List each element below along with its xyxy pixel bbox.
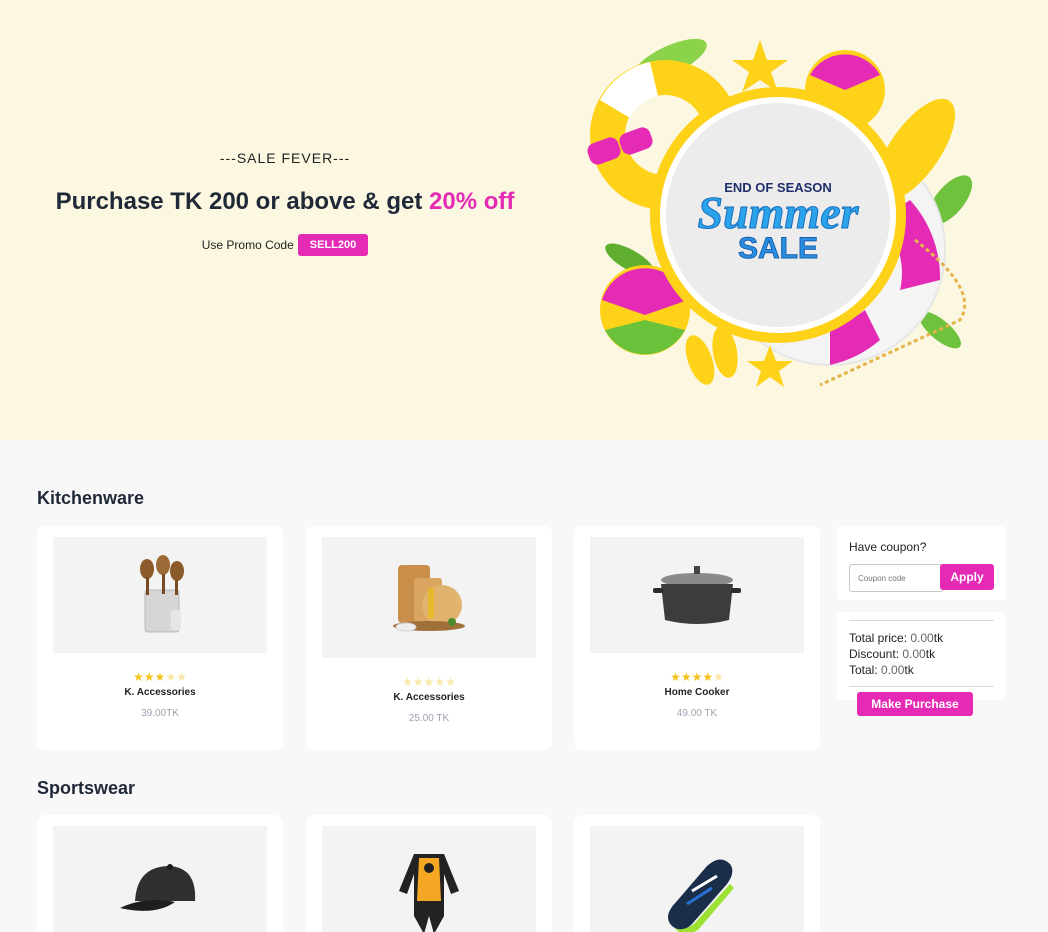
currency-label: tk bbox=[925, 647, 936, 661]
promo-row: Use Promo Code SELL200 bbox=[0, 234, 570, 256]
product-price: 25.00 TK bbox=[408, 713, 450, 724]
product-price: 49.00 TK bbox=[676, 708, 718, 719]
product-name: K. Accessories bbox=[393, 692, 465, 703]
apply-coupon-button[interactable]: Apply bbox=[940, 564, 994, 590]
currency-label: tk bbox=[904, 663, 914, 677]
discount-row: Discount: 0.00tk bbox=[849, 647, 935, 661]
coupon-panel: Have coupon? Apply bbox=[837, 526, 1006, 600]
promo-code-badge: SELL200 bbox=[297, 234, 369, 256]
order-summary-panel: Total price: 0.00tk Discount: 0.00tk Tot… bbox=[837, 612, 1006, 700]
rating-stars: ★★★★★ bbox=[670, 670, 724, 684]
discount-value: 0.00 bbox=[902, 647, 926, 661]
product-card[interactable] bbox=[37, 815, 283, 932]
product-image bbox=[590, 826, 804, 932]
product-name: Home Cooker bbox=[664, 687, 730, 698]
art-summer: Summer bbox=[697, 187, 859, 238]
currency-label: tk bbox=[933, 631, 944, 645]
section-title-kitchenware: Kitchenware bbox=[37, 488, 145, 508]
product-card[interactable] bbox=[306, 815, 552, 932]
product-price: 39.00TK bbox=[141, 708, 179, 719]
product-name: K. Accessories bbox=[124, 687, 196, 698]
rating-stars: ★★★★★ bbox=[133, 670, 187, 684]
product-card[interactable]: ★★★★★ K. Accessories 25.00 TK bbox=[306, 526, 552, 750]
total-price-label: Total price: bbox=[849, 631, 908, 645]
product-card[interactable]: ★★★★★ K. Accessories 39.00TK bbox=[37, 526, 283, 750]
product-image bbox=[322, 537, 536, 658]
coupon-input[interactable] bbox=[849, 564, 943, 592]
product-image bbox=[53, 537, 267, 653]
total-price-value: 0.00 bbox=[910, 631, 934, 645]
total-price-row: Total price: 0.00tk bbox=[849, 631, 943, 645]
product-card[interactable]: ★★★★★ Home Cooker 49.00 TK bbox=[574, 526, 820, 750]
headline-prefix: Purchase TK 200 or above & get bbox=[55, 188, 430, 215]
hero-headline: Purchase TK 200 or above & get 20% off bbox=[0, 188, 570, 216]
summary-divider-bottom bbox=[849, 686, 994, 687]
cooking-pot-icon bbox=[653, 566, 741, 624]
hero-text: ---SALE FEVER--- Purchase TK 200 or abov… bbox=[0, 150, 570, 256]
discount-label: Discount: bbox=[849, 647, 900, 661]
product-image bbox=[53, 826, 267, 932]
cap-icon bbox=[120, 864, 196, 911]
sports-suit-icon bbox=[399, 854, 459, 932]
hero-tagline: ---SALE FEVER--- bbox=[219, 150, 351, 166]
product-image bbox=[322, 826, 536, 932]
headline-highlight: 20% off bbox=[429, 188, 515, 215]
total-value: 0.00 bbox=[881, 663, 905, 677]
product-card[interactable] bbox=[574, 815, 820, 932]
section-title-sportswear: Sportswear bbox=[37, 778, 136, 798]
make-purchase-button[interactable]: Make Purchase bbox=[857, 692, 973, 716]
sneaker-icon bbox=[668, 859, 734, 932]
utensil-holder-icon bbox=[140, 555, 184, 633]
total-label: Total: bbox=[849, 663, 878, 677]
hero-banner: ---SALE FEVER--- Purchase TK 200 or abov… bbox=[0, 0, 1048, 440]
art-sale: SALE bbox=[738, 232, 818, 265]
coupon-label: Have coupon? bbox=[849, 540, 927, 554]
summary-divider-top bbox=[849, 620, 994, 621]
rating-stars: ★★★★★ bbox=[402, 675, 456, 689]
cutting-board-icon bbox=[393, 565, 465, 632]
product-image bbox=[590, 537, 804, 653]
total-row: Total: 0.00tk bbox=[849, 663, 914, 677]
promo-label: Use Promo Code bbox=[201, 238, 294, 252]
summer-sale-illustration: END OF SEASON Summer SALE bbox=[587, 38, 973, 387]
